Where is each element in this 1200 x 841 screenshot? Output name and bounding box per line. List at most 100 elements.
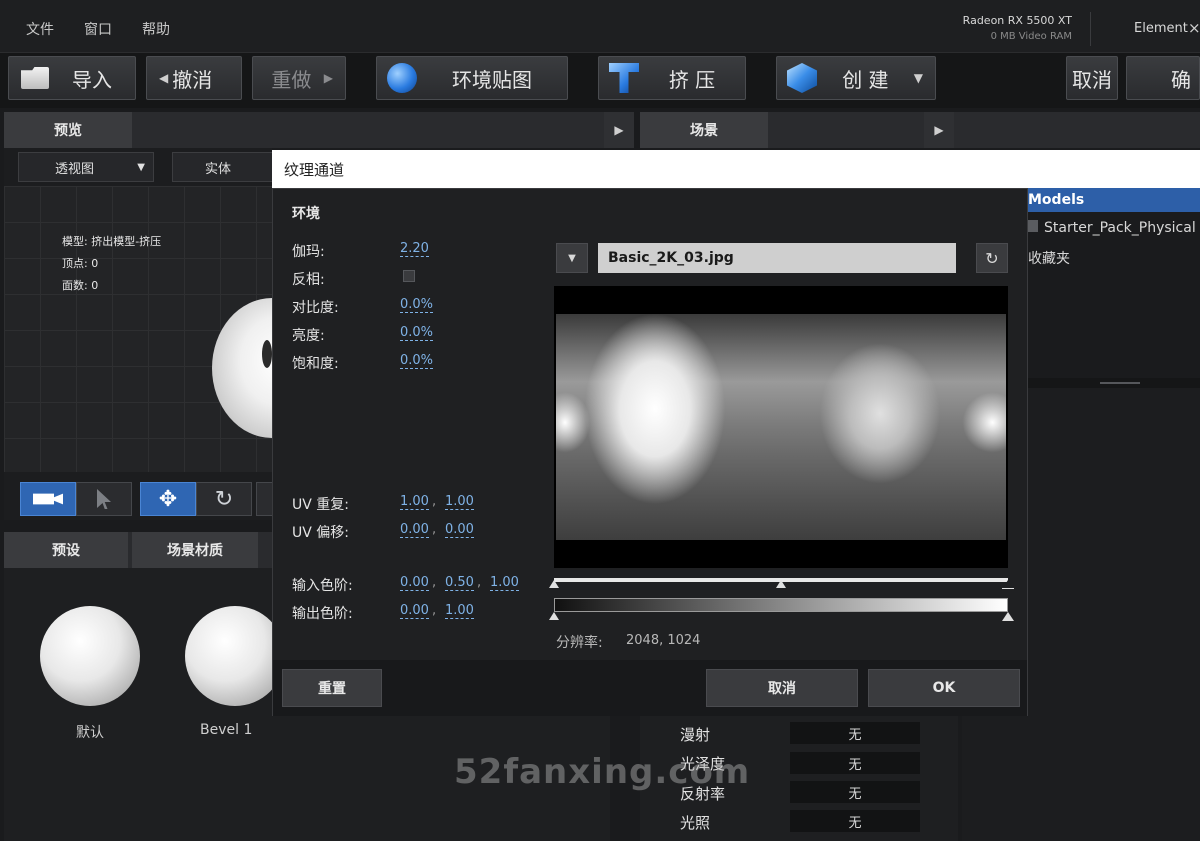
- output-levels-label: 输出色阶:: [292, 606, 353, 622]
- prop-label-lighting: 光照: [680, 814, 711, 832]
- chevron-right-icon: ▶: [323, 71, 333, 85]
- view-dropdown[interactable]: 透视图 ▼: [18, 152, 154, 182]
- uv-offset-u[interactable]: 0.00: [400, 523, 429, 538]
- brightness-label: 亮度:: [292, 328, 325, 344]
- extrude-label: 挤 压: [668, 67, 716, 92]
- preset-sphere-default[interactable]: [40, 606, 140, 706]
- redo-button[interactable]: 重做 ▶: [252, 56, 346, 100]
- torus-hole: [262, 340, 272, 368]
- input-level-mid[interactable]: 0.50: [445, 576, 474, 591]
- tab-scene-materials[interactable]: 场景材质: [132, 532, 258, 568]
- models-header[interactable]: Models: [1028, 188, 1200, 212]
- uv-offset-label: UV 偏移:: [292, 525, 349, 541]
- ok-button[interactable]: OK: [868, 669, 1020, 707]
- tab-presets[interactable]: 预设: [4, 532, 128, 568]
- chevron-left-icon: ◀: [159, 71, 169, 85]
- output-low-handle[interactable]: [549, 612, 559, 620]
- uv-repeat-v[interactable]: 1.00: [445, 495, 474, 510]
- import-label: 导入: [72, 67, 112, 92]
- vertex-count: 顶点: 0: [62, 257, 99, 270]
- cancel-toolbar-label: 取消: [1072, 67, 1112, 92]
- input-black-handle[interactable]: [549, 580, 559, 588]
- folder-icon: [21, 67, 49, 89]
- saturation-value[interactable]: 0.0%: [400, 354, 434, 369]
- chevron-right-icon[interactable]: ▶: [604, 112, 634, 148]
- preset-sphere-bevel[interactable]: [185, 606, 285, 706]
- saturation-label: 饱和度:: [292, 356, 339, 372]
- prop-value-diffuse[interactable]: 无: [790, 722, 920, 744]
- invert-checkbox[interactable]: [403, 270, 415, 282]
- menu-file[interactable]: 文件: [26, 19, 54, 39]
- environment-map-image: [556, 314, 1006, 540]
- undo-button[interactable]: ◀ 撤消: [146, 56, 242, 100]
- tab-preview[interactable]: 预览: [4, 112, 132, 148]
- separator: ,: [477, 575, 482, 590]
- scale-button[interactable]: [256, 482, 272, 516]
- shading-dropdown[interactable]: 实体: [172, 152, 272, 182]
- output-high-handle[interactable]: [1002, 612, 1014, 621]
- contrast-value[interactable]: 0.0%: [400, 298, 434, 313]
- undo-label: 撤消: [172, 67, 213, 92]
- brightness-value[interactable]: 0.0%: [400, 326, 434, 341]
- prop-label-diffuse: 漫射: [680, 726, 711, 744]
- menu-help[interactable]: 帮助: [142, 19, 170, 39]
- redo-label: 重做: [271, 67, 312, 92]
- tab-scene[interactable]: 场景: [640, 112, 768, 148]
- select-button[interactable]: [76, 482, 132, 516]
- cancel-toolbar-button[interactable]: 取消: [1066, 56, 1118, 100]
- preset-label-default: 默认: [76, 725, 104, 741]
- tree-expander[interactable]: [1028, 220, 1038, 232]
- import-button[interactable]: 导入: [8, 56, 136, 100]
- face-count: 面数: 0: [62, 279, 99, 292]
- view-dropdown-label: 透视图: [55, 161, 95, 177]
- texture-file-field[interactable]: Basic_2K_03.jpg: [598, 243, 956, 273]
- close-icon[interactable]: ×: [1188, 19, 1200, 37]
- separator: ,: [432, 522, 437, 537]
- chevron-down-icon: ▼: [913, 71, 923, 85]
- prop-value-reflect[interactable]: 无: [790, 781, 920, 803]
- env-map-label: 环境贴图: [452, 67, 532, 92]
- confirm-toolbar-button[interactable]: 确: [1126, 56, 1200, 100]
- extrude-button[interactable]: 挤 压: [598, 56, 746, 100]
- input-level-white[interactable]: 1.00: [490, 576, 519, 591]
- gamma-label: 伽玛:: [292, 244, 325, 260]
- uv-repeat-label: UV 重复:: [292, 497, 349, 513]
- reset-button[interactable]: 重置: [282, 669, 382, 707]
- output-level-low[interactable]: 0.00: [400, 604, 429, 619]
- extrude-icon: [609, 63, 639, 93]
- separator: ,: [432, 494, 437, 509]
- output-gradient-bar[interactable]: [554, 598, 1008, 612]
- camera-icon: [33, 493, 63, 505]
- input-mid-handle[interactable]: [776, 580, 786, 588]
- prop-value-gloss[interactable]: 无: [790, 752, 920, 774]
- watermark: 52fanxing.com: [454, 752, 751, 792]
- rotate-icon: ↻: [214, 486, 234, 512]
- prop-value-lighting[interactable]: 无: [790, 810, 920, 832]
- refresh-icon[interactable]: ↻: [976, 243, 1008, 273]
- uv-offset-v[interactable]: 0.00: [445, 523, 474, 538]
- chevron-down-icon: ▼: [137, 161, 145, 173]
- section-title: 环境: [292, 206, 320, 222]
- chevron-right-icon[interactable]: ▶: [924, 112, 954, 148]
- separator: ,: [432, 603, 437, 618]
- splitter-grip: [1100, 382, 1140, 384]
- env-map-button[interactable]: 环境贴图: [376, 56, 568, 100]
- input-white-handle-outline: [1002, 581, 1014, 589]
- shading-dropdown-label: 实体: [205, 161, 232, 177]
- cursor-icon: [97, 489, 111, 509]
- menu-window[interactable]: 窗口: [84, 19, 112, 39]
- cancel-button[interactable]: 取消: [706, 669, 858, 707]
- element-label: Element: [1134, 21, 1188, 36]
- output-level-high[interactable]: 1.00: [445, 604, 474, 619]
- favorites-folder[interactable]: 收藏夹: [1028, 248, 1070, 268]
- dialog-title[interactable]: 纹理通道: [272, 150, 1200, 188]
- uv-repeat-u[interactable]: 1.00: [400, 495, 429, 510]
- input-level-black[interactable]: 0.00: [400, 576, 429, 591]
- create-button[interactable]: 创 建 ▼: [776, 56, 936, 100]
- tree-item[interactable]: Starter_Pack_Physical (4: [1044, 220, 1200, 236]
- rotate-button[interactable]: ↻: [196, 482, 252, 516]
- move-button[interactable]: ✥: [140, 482, 196, 516]
- gamma-value[interactable]: 2.20: [400, 242, 429, 257]
- chevron-down-icon[interactable]: ▼: [556, 243, 588, 273]
- camera-button[interactable]: [20, 482, 76, 516]
